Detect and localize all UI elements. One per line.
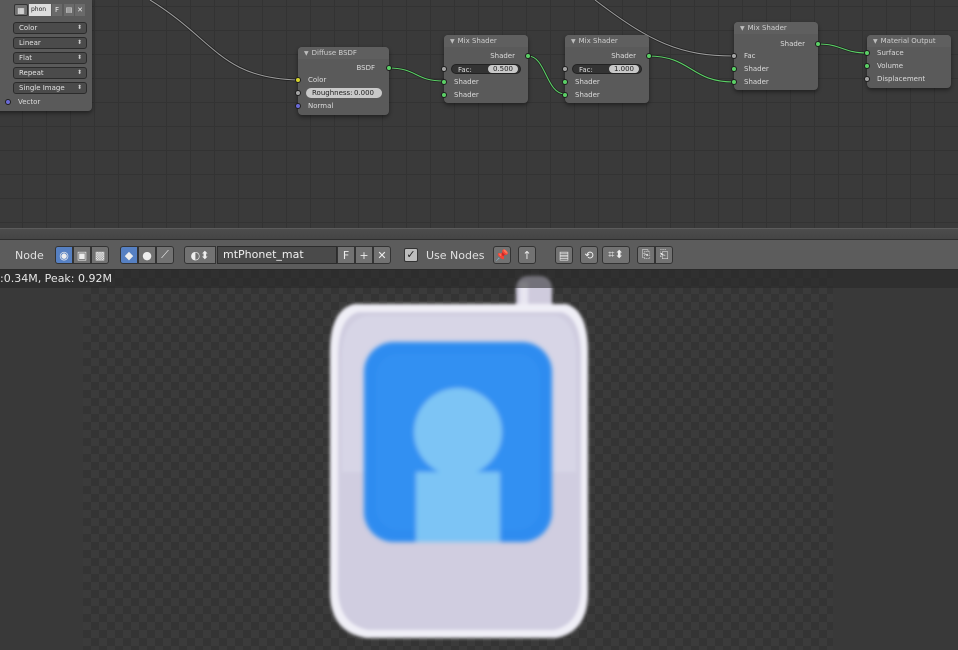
roughness-input-socket[interactable] [295,90,301,96]
bsdf-output-label: BSDF [356,64,375,72]
mix3-fac-label: Fac [744,52,756,60]
diffuse-node-header[interactable]: ▼ Diffuse BSDF [298,47,389,59]
mix1-node-header[interactable]: ▼ Mix Shader [444,35,528,47]
mix2-node-header[interactable]: ▼ Mix Shader [565,35,649,47]
mix2-shader-label-2: Shader [575,91,600,99]
mix1-fac-value: 0.500 [488,65,518,73]
image-unlink-icon[interactable]: ✕ [75,4,85,16]
mix3-output-label: Shader [780,40,805,48]
image-open-icon[interactable]: ▤ [64,4,74,16]
source-dropdown[interactable]: Single Image ⬍ [13,82,87,94]
diffuse-bsdf-node[interactable]: ▼ Diffuse BSDF BSDF Color Roughness: 0.000… [295,47,392,115]
vector-input-socket[interactable] [5,99,11,105]
collapse-icon[interactable]: ▼ [450,38,455,45]
mix1-fac-field[interactable]: Fac: 0.500 [451,64,521,74]
texture-nodes-icon[interactable]: ▩ [91,246,109,264]
volume-input-socket[interactable] [864,63,870,69]
mix3-fac-socket[interactable] [731,53,737,59]
displacement-input-label: Displacement [877,75,926,83]
paste-nodes-icon[interactable]: ⎗ [655,246,673,264]
line-style-icon[interactable]: ⟋ [156,246,174,264]
displacement-input-socket[interactable] [864,76,870,82]
roughness-field[interactable]: Roughness: 0.000 [306,88,382,98]
go-to-parent-icon[interactable]: ↑ [518,246,536,264]
mix2-output-label: Shader [611,52,636,60]
mix3-shader-label-2: Shader [744,78,769,86]
image-browse-icon[interactable]: ▦ [14,4,28,16]
image-name-field[interactable]: phon [29,4,51,16]
collapse-icon[interactable]: ▼ [873,38,878,45]
phone-icon [330,276,588,638]
mix1-shader-input-2[interactable] [441,92,447,98]
mix2-shader-input-2[interactable] [562,92,568,98]
mix2-shader-input-1[interactable] [562,79,568,85]
mix1-output-label: Shader [490,52,515,60]
mix1-shader-label-2: Shader [454,91,479,99]
object-shader-icon[interactable]: ◆ [120,246,138,264]
area-splitter[interactable] [0,228,958,240]
color-space-dropdown[interactable]: Color ⬍ [13,22,87,34]
mix2-fac-field[interactable]: Fac: 1.000 [572,64,642,74]
mix-shader-node-1[interactable]: ▼ Mix Shader Shader Fac: 0.500 Shader Sha… [441,35,531,103]
collapse-icon[interactable]: ▼ [740,25,745,32]
image-fake-user-button[interactable]: F [52,4,62,16]
mix3-shader-input-2[interactable] [731,79,737,85]
mix3-shader-label-1: Shader [744,65,769,73]
use-nodes-checkbox[interactable]: ✓ [404,248,418,262]
pin-icon[interactable]: 📌 [493,246,511,264]
image-texture-node[interactable]: ▦ phon F ▤ ✕ Color ⬍ Linear ⬍ Flat ⬍ Repeat… [0,0,92,111]
material-name-field[interactable]: mtPhonet_mat [217,246,337,264]
unlink-material-icon[interactable]: ✕ [373,246,391,264]
interpolation-dropdown[interactable]: Linear ⬍ [13,37,87,49]
menu-node[interactable]: Node [15,249,44,262]
vector-input-label: Vector [18,98,41,106]
auto-offset-icon[interactable]: ⟲ [580,246,598,264]
mix3-node-header[interactable]: ▼ Mix Shader [734,22,818,34]
mix2-fac-value: 1.000 [609,65,639,73]
normal-input-socket[interactable] [295,103,301,109]
shader-nodes-icon[interactable]: ◉ [55,246,73,264]
use-nodes-label[interactable]: Use Nodes [426,249,485,262]
node-editor-area[interactable]: ▦ phon F ▤ ✕ Color ⬍ Linear ⬍ Flat ⬍ Repeat… [0,0,958,228]
color-input-socket[interactable] [295,77,301,83]
volume-input-label: Volume [877,62,904,70]
mix3-shader-input-1[interactable] [731,66,737,72]
node-editor-header: Node ◉ ▣ ▩ ◆ ● ⟋ ◐⬍ mtPhonet_mat F + ✕ ✓… [0,240,958,270]
new-material-icon[interactable]: + [355,246,373,264]
collapse-icon[interactable]: ▼ [304,50,309,57]
collapse-icon[interactable]: ▼ [571,38,576,45]
bsdf-output-socket[interactable] [386,65,392,71]
projection-dropdown[interactable]: Flat ⬍ [13,52,87,64]
mix-shader-node-2[interactable]: ▼ Mix Shader Shader Fac: 1.000 Shader Sha… [562,35,652,103]
extension-dropdown[interactable]: Repeat ⬍ [13,67,87,79]
normal-input-label: Normal [308,102,334,110]
backdrop-icon[interactable]: ▤ [555,246,573,264]
mix1-output-socket[interactable] [525,53,531,59]
mix1-fac-socket[interactable] [441,66,447,72]
material-output-node[interactable]: ▼ Material Output Surface Volume Displace… [864,35,951,88]
surface-input-socket[interactable] [864,50,870,56]
backdrop-preview[interactable]: :0.34M, Peak: 0.92M [0,270,958,650]
surface-input-label: Surface [877,49,904,57]
output-node-header[interactable]: ▼ Material Output [867,35,951,47]
contact-screen [364,342,552,542]
mix2-fac-socket[interactable] [562,66,568,72]
snap-element-icon[interactable]: ⌗⬍ [602,246,630,264]
render-stats: :0.34M, Peak: 0.92M [0,270,958,288]
copy-nodes-icon[interactable]: ⎘ [637,246,655,264]
mix3-output-socket[interactable] [815,41,821,47]
material-browse-icon[interactable]: ◐⬍ [184,246,216,264]
mix2-shader-label-1: Shader [575,78,600,86]
mix1-shader-input-1[interactable] [441,79,447,85]
mix1-shader-label-1: Shader [454,78,479,86]
mix2-output-socket[interactable] [646,53,652,59]
world-shader-icon[interactable]: ● [138,246,156,264]
mix-shader-node-3[interactable]: ▼ Mix Shader Shader Fac Shader Shader [731,22,821,90]
compositing-nodes-icon[interactable]: ▣ [73,246,91,264]
fake-user-button[interactable]: F [337,246,355,264]
color-input-label: Color [308,76,327,84]
render-stats-text: :0.34M, Peak: 0.92M [0,272,112,285]
